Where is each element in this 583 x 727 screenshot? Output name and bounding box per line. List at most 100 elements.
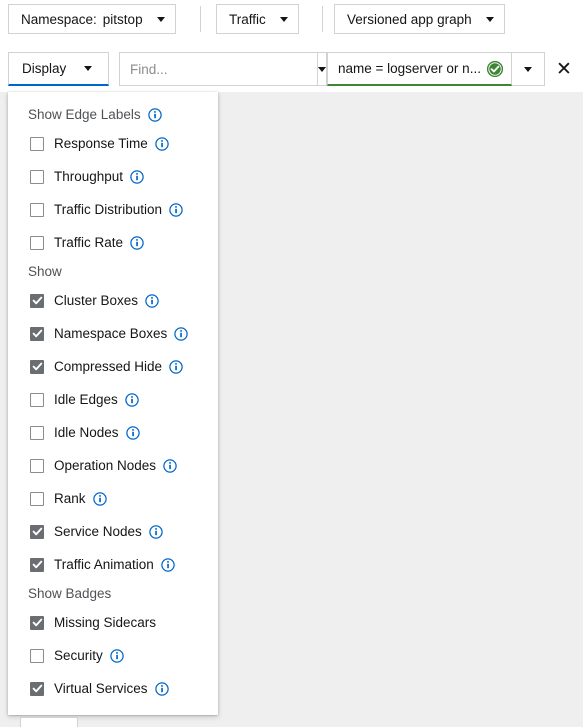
display-option-label: Security xyxy=(54,648,103,663)
display-option-row[interactable]: Traffic Distribution xyxy=(8,193,218,226)
toolbar-divider xyxy=(322,6,323,32)
display-option-label: Namespace Boxes xyxy=(54,326,168,341)
chevron-down-icon xyxy=(279,16,288,22)
display-option-label: Traffic Animation xyxy=(54,557,154,572)
info-icon[interactable] xyxy=(125,425,140,440)
graph-legend-button[interactable]: ■■ xyxy=(20,717,78,727)
display-option-label: Missing Sidecars xyxy=(54,615,157,630)
display-option-label: Idle Edges xyxy=(54,392,118,407)
display-option-row[interactable]: Cluster Boxes xyxy=(8,284,218,317)
display-menu-button-label: Display xyxy=(22,61,67,76)
graph-type-selector-label: Versioned app graph xyxy=(347,11,472,27)
checkbox[interactable] xyxy=(30,392,44,407)
checkbox[interactable] xyxy=(30,491,44,506)
traffic-selector-label: Traffic xyxy=(229,11,266,27)
display-option-row[interactable]: Compressed Hide xyxy=(8,350,218,383)
info-icon[interactable] xyxy=(130,235,144,250)
checkbox[interactable] xyxy=(30,615,44,630)
display-option-row[interactable]: Service Nodes xyxy=(8,515,218,548)
clear-hide-button[interactable]: ✕ xyxy=(545,52,583,86)
info-icon[interactable] xyxy=(110,648,124,663)
display-section-title-label: Show xyxy=(28,264,62,279)
checkbox[interactable] xyxy=(30,425,44,440)
display-option-row[interactable]: Traffic Animation xyxy=(8,548,218,581)
chevron-down-icon xyxy=(84,66,93,71)
display-section-title-label: Show Edge Labels xyxy=(28,107,141,122)
display-option-row[interactable]: Missing Sidecars xyxy=(8,606,218,639)
info-icon[interactable] xyxy=(163,458,177,473)
namespace-selector-value: pitstop xyxy=(102,11,143,27)
hide-input[interactable]: name = logserver or n... xyxy=(327,52,512,86)
display-option-label: Cluster Boxes xyxy=(54,293,139,308)
display-option-label: Rank xyxy=(54,491,86,506)
info-icon[interactable] xyxy=(145,293,159,308)
checkbox[interactable] xyxy=(30,557,44,572)
traffic-selector[interactable]: Traffic xyxy=(216,4,299,34)
display-option-row[interactable]: Traffic Rate xyxy=(8,226,218,259)
display-option-label: Response Time xyxy=(54,136,148,151)
display-menu-button[interactable]: Display xyxy=(8,52,109,86)
info-icon[interactable] xyxy=(169,202,183,217)
display-section-title: Show xyxy=(8,259,218,284)
display-option-row[interactable]: Idle Nodes xyxy=(8,416,218,449)
checkbox[interactable] xyxy=(30,681,44,696)
info-icon[interactable] xyxy=(154,681,169,696)
checkbox[interactable] xyxy=(30,293,44,308)
info-icon[interactable] xyxy=(147,107,162,122)
info-icon[interactable] xyxy=(155,136,169,151)
display-section-title-label: Show Badges xyxy=(28,586,112,601)
display-option-label: Operation Nodes xyxy=(54,458,157,473)
display-option-label: Traffic Distribution xyxy=(54,202,163,217)
checkbox[interactable] xyxy=(30,458,44,473)
hide-control: name = logserver or n... ✕ xyxy=(327,52,583,86)
info-icon[interactable] xyxy=(149,524,163,539)
hide-input-value: name = logserver or n... xyxy=(338,61,481,76)
info-icon[interactable] xyxy=(161,557,175,572)
display-option-label: Compressed Hide xyxy=(54,359,163,374)
display-option-row[interactable]: Rank xyxy=(8,482,218,515)
info-icon[interactable] xyxy=(174,326,189,341)
chevron-down-icon xyxy=(485,16,494,22)
checkbox[interactable] xyxy=(30,524,44,539)
info-icon[interactable] xyxy=(169,359,183,374)
display-option-label: Virtual Services xyxy=(54,681,148,696)
namespace-selector[interactable]: Namespace: pitstop xyxy=(8,4,176,34)
display-option-row[interactable]: Response Time xyxy=(8,127,218,160)
display-option-row[interactable]: Security xyxy=(8,639,218,672)
hide-dropdown-toggle[interactable] xyxy=(512,52,545,86)
checkbox[interactable] xyxy=(30,648,44,663)
chevron-down-icon xyxy=(156,16,165,22)
checkbox[interactable] xyxy=(30,326,44,341)
display-option-label: Service Nodes xyxy=(54,524,142,539)
chevron-down-icon xyxy=(318,66,326,72)
display-option-row[interactable]: Operation Nodes xyxy=(8,449,218,482)
graph-type-selector[interactable]: Versioned app graph xyxy=(334,4,505,34)
find-dropdown-toggle[interactable] xyxy=(317,52,327,86)
display-option-label: Throughput xyxy=(54,169,124,184)
display-option-row[interactable]: Throughput xyxy=(8,160,218,193)
checkbox[interactable] xyxy=(30,169,44,184)
display-section-title: Show Edge Labels xyxy=(8,102,218,127)
find-input[interactable] xyxy=(119,52,317,86)
graph-page: Namespace: pitstop Traffic Versioned app… xyxy=(0,0,583,727)
chevron-down-icon xyxy=(524,66,532,72)
close-icon: ✕ xyxy=(556,58,572,80)
checkbox[interactable] xyxy=(30,202,44,217)
display-option-row[interactable]: Namespace Boxes xyxy=(8,317,218,350)
namespace-selector-label: Namespace: xyxy=(21,11,97,27)
display-option-row[interactable]: Virtual Services xyxy=(8,672,218,705)
display-section-title: Show Badges xyxy=(8,581,218,606)
checkbox[interactable] xyxy=(30,235,44,250)
checkbox[interactable] xyxy=(30,136,44,151)
display-option-label: Traffic Rate xyxy=(54,235,124,250)
toolbar-divider xyxy=(200,6,201,32)
display-option-row[interactable]: Idle Edges xyxy=(8,383,218,416)
checkbox[interactable] xyxy=(30,359,44,374)
info-icon[interactable] xyxy=(92,491,107,506)
info-icon[interactable] xyxy=(130,169,144,184)
display-option-label: Idle Nodes xyxy=(54,425,119,440)
check-circle-icon xyxy=(487,60,503,77)
info-icon[interactable] xyxy=(125,392,139,407)
find-control xyxy=(119,52,327,86)
display-dropdown-panel: Show Edge Labels Response Time Throughput T… xyxy=(8,92,218,715)
